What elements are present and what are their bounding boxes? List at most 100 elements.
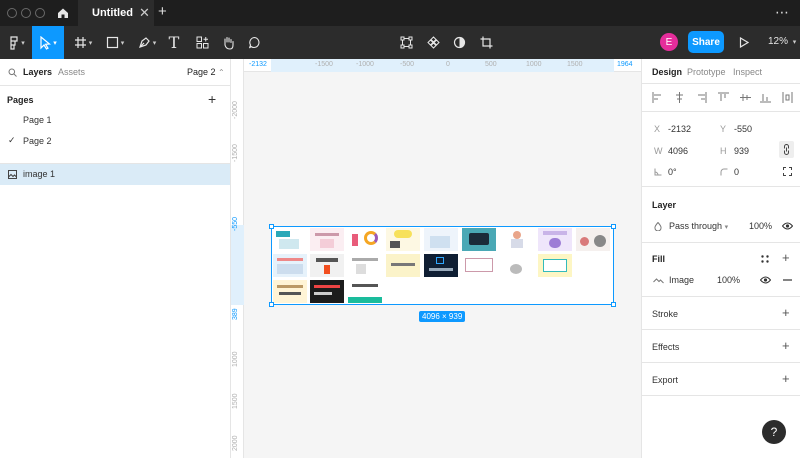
image-frame[interactable] bbox=[269, 224, 616, 307]
text-tool-button[interactable]: T bbox=[164, 26, 184, 59]
independent-corners-icon[interactable] bbox=[783, 167, 792, 176]
page-item-selected[interactable]: ✓ Page 2 bbox=[0, 131, 230, 153]
divider bbox=[642, 111, 800, 112]
constrain-proportions-button[interactable] bbox=[779, 141, 794, 158]
comment-tool-button[interactable] bbox=[244, 26, 264, 59]
tab-prototype[interactable]: Prototype bbox=[687, 67, 726, 77]
frame-tool-button[interactable]: ▾ bbox=[70, 26, 96, 59]
more-options-icon[interactable]: ⋯ bbox=[775, 4, 790, 21]
vertical-ruler: -2000 -1500 -550 389 1000 1500 2000 bbox=[231, 59, 244, 458]
h-input[interactable]: 939 bbox=[734, 146, 749, 156]
align-center-v-icon[interactable] bbox=[740, 92, 751, 103]
right-panel: Design Prototype Inspect X -2132 Y -550 … bbox=[641, 59, 800, 458]
layer-row[interactable]: image 1 bbox=[0, 164, 230, 185]
chevron-down-icon: ▾ bbox=[53, 39, 57, 47]
ruler-label: -500 bbox=[400, 61, 415, 68]
crop-button[interactable] bbox=[476, 26, 496, 59]
minus-icon[interactable] bbox=[783, 279, 792, 281]
shape-tool-button[interactable]: ▾ bbox=[102, 26, 128, 59]
add-export-button[interactable]: + bbox=[782, 371, 790, 386]
avatar[interactable]: E bbox=[660, 33, 678, 51]
align-center-h-icon[interactable] bbox=[674, 92, 685, 103]
file-tab[interactable]: Untitled ✕ bbox=[78, 0, 154, 26]
tab-inspect[interactable]: Inspect bbox=[733, 67, 762, 77]
x-input[interactable]: -2132 bbox=[668, 124, 691, 134]
divider bbox=[642, 329, 800, 330]
share-button[interactable]: Share bbox=[688, 31, 724, 53]
window-minimize-dot[interactable] bbox=[21, 8, 31, 18]
thumbnail bbox=[500, 228, 534, 251]
add-stroke-button[interactable]: + bbox=[782, 305, 790, 320]
resources-icon bbox=[196, 36, 208, 49]
add-effect-button[interactable]: + bbox=[782, 338, 790, 353]
tab-layers[interactable]: Layers bbox=[23, 67, 52, 77]
pen-tool-icon bbox=[138, 37, 150, 48]
hand-tool-button[interactable] bbox=[218, 26, 238, 59]
canvas[interactable]: -2132 -1500 -1000 -500 0 500 1000 1500 1… bbox=[231, 59, 641, 458]
zoom-dropdown[interactable]: 12% ▾ bbox=[768, 36, 796, 47]
corner-radius-input[interactable]: 0 bbox=[734, 167, 739, 177]
toolbar: ▾ ▾ ▾ ▾ ▾ T E Share 12% ▾ bbox=[0, 26, 800, 59]
ruler-label: -1500 bbox=[315, 61, 333, 68]
rotation-input[interactable]: 0° bbox=[668, 167, 677, 177]
resize-handle[interactable] bbox=[611, 302, 616, 307]
w-input[interactable]: 4096 bbox=[668, 146, 688, 156]
divider bbox=[642, 296, 800, 297]
shape-tool-icon bbox=[106, 36, 118, 49]
blend-mode-dropdown[interactable]: Pass through ▾ bbox=[669, 221, 728, 231]
layer-opacity-input[interactable]: 100% bbox=[749, 221, 772, 231]
present-button[interactable] bbox=[736, 26, 752, 59]
search-icon[interactable] bbox=[8, 68, 17, 77]
thumbnail bbox=[348, 280, 382, 303]
align-top-icon[interactable] bbox=[718, 92, 729, 103]
crop-icon bbox=[480, 36, 492, 49]
add-fill-button[interactable]: + bbox=[782, 250, 790, 265]
align-bottom-icon[interactable] bbox=[760, 92, 771, 103]
chevron-down-icon: ▾ bbox=[120, 39, 125, 47]
layer-section-title: Layer bbox=[652, 200, 677, 210]
align-left-icon[interactable] bbox=[652, 92, 663, 103]
add-page-button[interactable]: + bbox=[208, 91, 216, 107]
file-tab-label: Untitled bbox=[92, 7, 133, 19]
figma-menu-icon bbox=[10, 35, 18, 50]
resources-button[interactable] bbox=[192, 26, 212, 59]
resize-handle[interactable] bbox=[269, 302, 274, 307]
corner-radius-icon bbox=[720, 168, 728, 176]
resize-handle[interactable] bbox=[611, 224, 616, 229]
main-menu-button[interactable]: ▾ bbox=[3, 26, 31, 59]
divider bbox=[642, 83, 800, 84]
mask-button[interactable] bbox=[449, 26, 469, 59]
y-input[interactable]: -550 bbox=[734, 124, 752, 134]
window-maximize-dot[interactable] bbox=[35, 8, 45, 18]
tab-assets[interactable]: Assets bbox=[58, 67, 85, 77]
blend-mode-icon bbox=[654, 222, 662, 231]
fill-opacity-input[interactable]: 100% bbox=[717, 275, 740, 285]
grid-dots-icon[interactable] bbox=[761, 255, 769, 263]
edit-object-button[interactable] bbox=[396, 26, 416, 59]
hand-tool-icon bbox=[223, 36, 234, 50]
move-tool-button[interactable]: ▾ bbox=[32, 26, 64, 59]
current-page-dropdown[interactable]: Page 2 ⌃ bbox=[187, 67, 225, 77]
home-button[interactable] bbox=[48, 0, 78, 26]
close-icon[interactable]: ✕ bbox=[139, 5, 150, 21]
window-close-dot[interactable] bbox=[7, 8, 17, 18]
horizontal-ruler: -2132 -1500 -1000 -500 0 500 1000 1500 1… bbox=[231, 59, 641, 72]
fill-type[interactable]: Image bbox=[669, 275, 694, 285]
tab-design[interactable]: Design bbox=[652, 67, 682, 77]
chevron-up-icon: ⌃ bbox=[218, 68, 225, 77]
pen-tool-button[interactable]: ▾ bbox=[134, 26, 160, 59]
new-tab-button[interactable]: + bbox=[158, 3, 167, 20]
distribute-icon[interactable] bbox=[782, 92, 793, 103]
align-right-icon[interactable] bbox=[696, 92, 707, 103]
resize-handle[interactable] bbox=[269, 224, 274, 229]
thumbnail bbox=[386, 228, 420, 251]
export-section-title: Export bbox=[652, 375, 679, 385]
page-item[interactable]: Page 1 bbox=[0, 110, 230, 132]
eye-icon[interactable] bbox=[760, 276, 771, 284]
help-button[interactable]: ? bbox=[762, 420, 786, 444]
x-label: X bbox=[654, 124, 661, 134]
create-component-button[interactable] bbox=[423, 26, 443, 59]
component-icon bbox=[426, 36, 440, 49]
eye-icon[interactable] bbox=[782, 222, 793, 230]
stroke-section-title: Stroke bbox=[652, 309, 679, 319]
